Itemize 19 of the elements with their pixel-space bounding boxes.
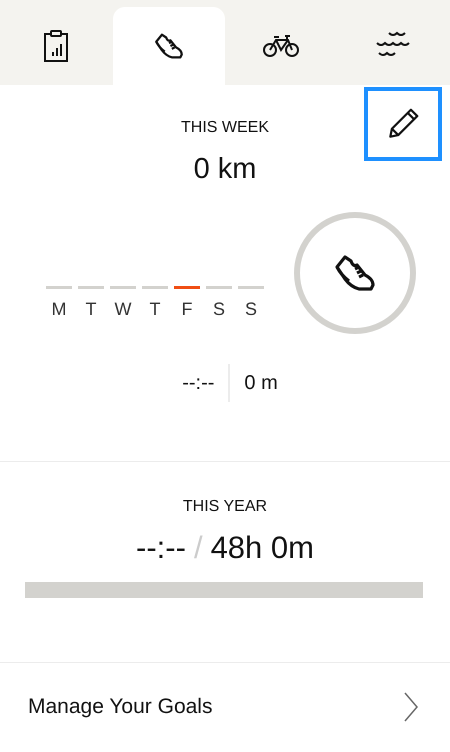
day-label: W [114, 299, 132, 320]
separator: / [194, 530, 203, 566]
day-label: S [244, 299, 257, 320]
week-time: --:-- [182, 372, 214, 394]
clipboard-chart-icon [43, 29, 70, 63]
day-label: F [182, 299, 192, 320]
day-label: M [52, 299, 66, 320]
chevron-right-icon [404, 692, 418, 722]
day-label: T [86, 299, 96, 320]
day-label: S [212, 299, 225, 320]
year-time: --:-- [136, 530, 186, 566]
section-title: THIS WEEK [180, 119, 270, 137]
day-label: T [150, 299, 160, 320]
week-distance: 0 km [192, 153, 258, 186]
week-elevation: 0 m [244, 372, 278, 394]
edit-button[interactable] [364, 87, 442, 161]
section-title: THIS YEAR [182, 498, 268, 516]
bicycle-icon [262, 34, 300, 58]
year-goal: 48h 0m [210, 530, 314, 566]
